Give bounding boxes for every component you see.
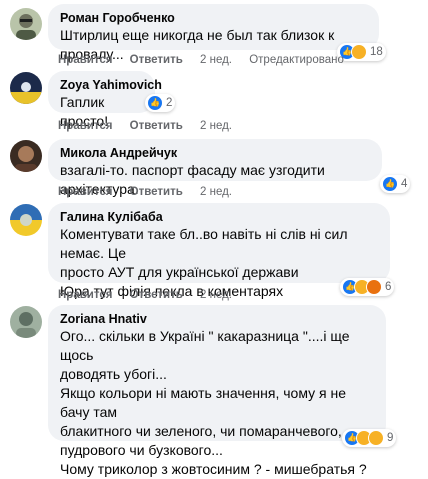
reaction-count: 4 — [401, 178, 408, 190]
comment-roman: Роман Горобченко Штирлиц еще никогда не … — [0, 0, 428, 70]
avatar[interactable] — [10, 306, 42, 338]
reactions-badge[interactable]: 👍 6 — [340, 278, 395, 296]
comment-bubble: Zoriana Hnativ Ого... скільки в Україні … — [48, 305, 386, 477]
reaction-count: 6 — [385, 281, 392, 293]
like-reaction-icon: 👍 — [382, 176, 398, 192]
reaction-count: 18 — [370, 46, 383, 58]
avatar[interactable] — [10, 204, 42, 236]
like-button[interactable]: Нравится — [58, 120, 112, 132]
comment-actions: Нравится Ответить 2 нед. Отредактировано — [58, 54, 358, 66]
comment-mykola: Микола Андрейчук взагалі-то. паспорт фас… — [0, 136, 428, 200]
avatar[interactable] — [10, 8, 42, 40]
comment-author[interactable]: Галина Кулiбаба — [60, 209, 378, 225]
comment-actions: Нравится Ответить 2 нед. — [58, 289, 246, 301]
reaction-count: 9 — [387, 432, 394, 444]
comment-text: Ого... скільки в Україні " какаразница "… — [60, 328, 367, 477]
comment-author[interactable]: Микола Андрейчук — [60, 145, 370, 161]
reactions-badge[interactable]: 👍 2 — [145, 94, 176, 112]
comment-halyna: Галина Кулiбаба Коментувати таке бл..во … — [0, 200, 428, 302]
sad-reaction-icon — [368, 430, 384, 446]
comment-bubble: Zoya Yahimovich Гаплик просто! — [48, 71, 162, 129]
reactions-badge[interactable]: 👍 9 — [342, 429, 397, 447]
reaction-count: 2 — [166, 97, 173, 109]
timestamp[interactable]: 2 нед. — [200, 289, 232, 301]
reply-button[interactable]: Ответить — [130, 54, 183, 66]
reactions-badge[interactable]: 👍 4 — [380, 175, 411, 193]
timestamp[interactable]: 2 нед. — [200, 120, 232, 132]
like-button[interactable]: Нравится — [58, 186, 112, 198]
angry-reaction-icon — [366, 279, 382, 295]
comment-actions: Нравится Ответить 2 нед. — [58, 120, 246, 132]
like-reaction-icon: 👍 — [147, 95, 163, 111]
timestamp[interactable]: 2 нед. — [200, 54, 232, 66]
comment-author[interactable]: Роман Горобченко — [60, 10, 367, 26]
edited-label: Отредактировано — [249, 54, 344, 66]
timestamp[interactable]: 2 нед. — [200, 186, 232, 198]
reply-button[interactable]: Ответить — [130, 120, 183, 132]
avatar[interactable] — [10, 140, 42, 172]
comment-zoriana: Zoriana Hnativ Ого... скільки в Україні … — [0, 302, 428, 477]
like-button[interactable]: Нравится — [58, 54, 112, 66]
comment-actions: Нравится Ответить 2 нед. — [58, 186, 246, 198]
comment-bubble: Роман Горобченко Штирлиц еще никогда не … — [48, 4, 379, 62]
comment-zoya: Zoya Yahimovich Гаплик просто! 👍 2 Нрави… — [0, 68, 428, 138]
like-button[interactable]: Нравится — [58, 289, 112, 301]
comment-bubble: Микола Андрейчук взагалі-то. паспорт фас… — [48, 139, 382, 197]
comment-author[interactable]: Zoya Yahimovich — [60, 77, 162, 93]
comment-bubble: Галина Кулiбаба Коментувати таке бл..во … — [48, 203, 390, 299]
reply-button[interactable]: Ответить — [130, 186, 183, 198]
reply-button[interactable]: Ответить — [130, 289, 183, 301]
comment-author[interactable]: Zoriana Hnativ — [60, 311, 374, 327]
avatar[interactable] — [10, 72, 42, 104]
